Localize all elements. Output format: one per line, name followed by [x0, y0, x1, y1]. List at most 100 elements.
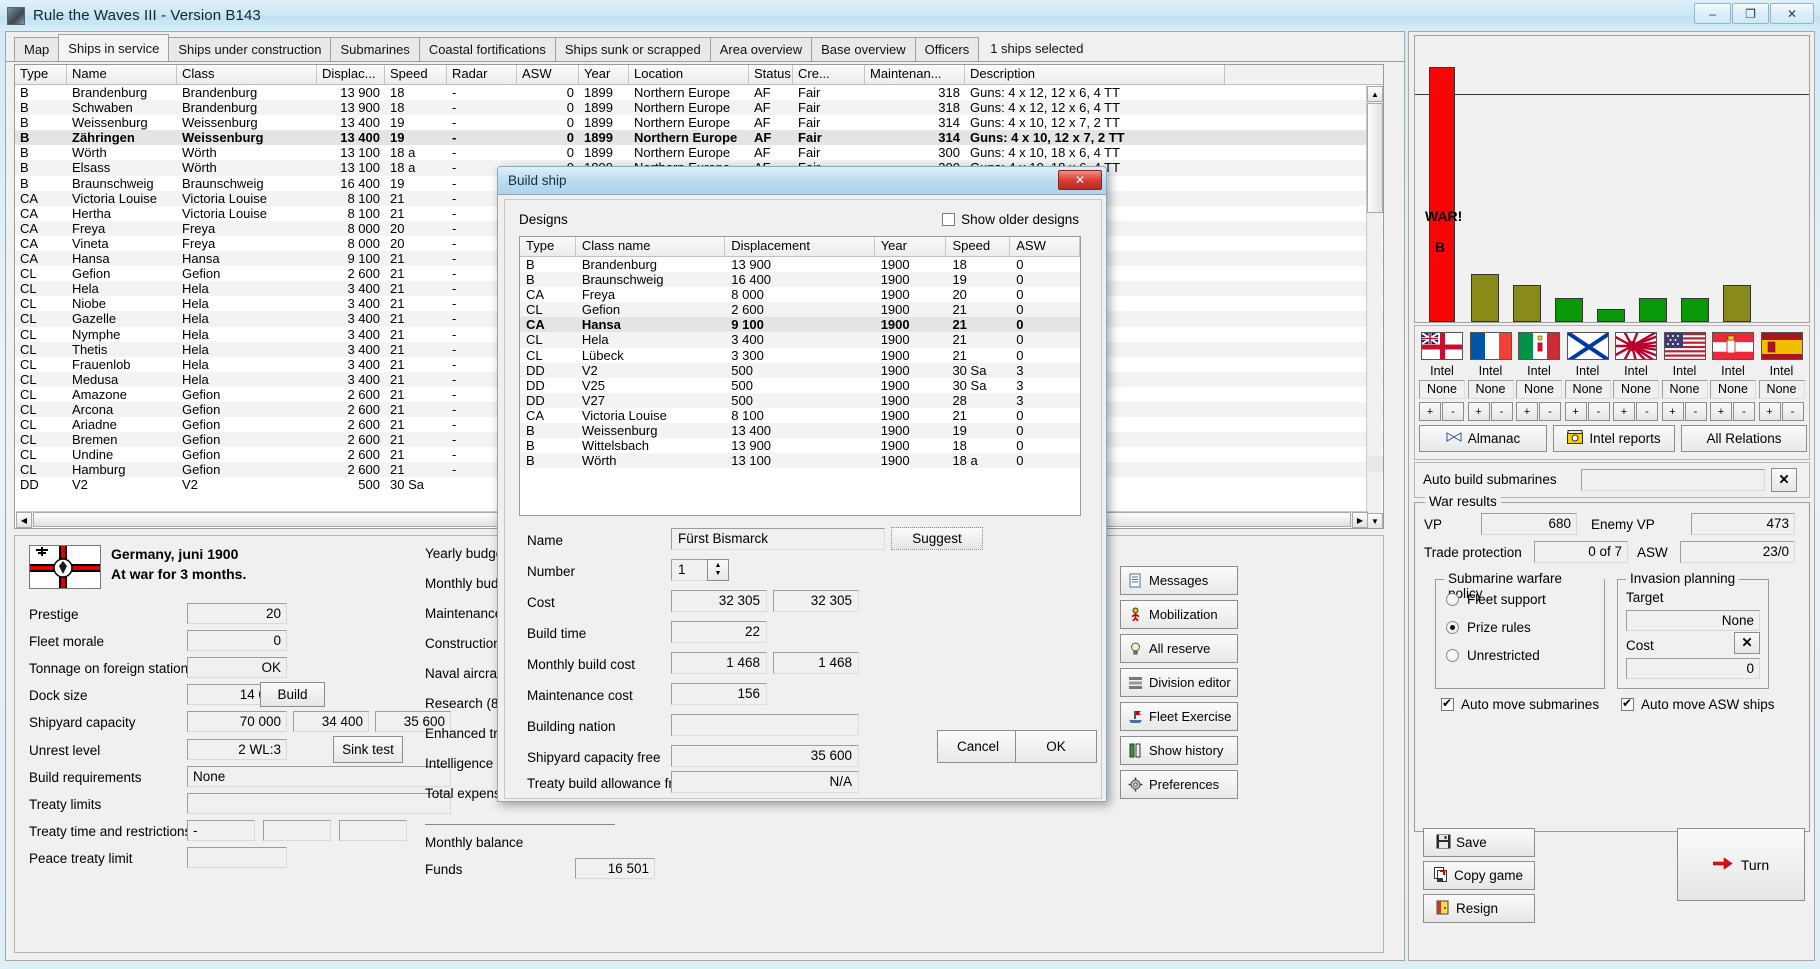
design-row[interactable]: BWörth13 100190018 a0: [520, 453, 1080, 468]
show-older-designs-checkbox[interactable]: Show older designs: [942, 212, 1079, 227]
design-row[interactable]: BWeissenburg13 4001900190: [520, 423, 1080, 438]
auto-build-subs-clear-button[interactable]: ✕: [1771, 468, 1797, 492]
show-older-designs-check-icon[interactable]: [942, 213, 955, 226]
ships-vertical-scrollbar[interactable]: ▲ ▼: [1366, 86, 1382, 529]
design-col-displacement[interactable]: Displacement: [725, 237, 874, 256]
intel-decrease-button-5[interactable]: -: [1685, 402, 1707, 421]
scroll-down-button[interactable]: ▼: [1367, 513, 1383, 529]
tab-ships-sunk-or-scrapped[interactable]: Ships sunk or scrapped: [555, 37, 711, 61]
scroll-right-button[interactable]: ▶: [1352, 512, 1368, 528]
united-kingdom-white-ensign[interactable]: [1421, 332, 1463, 360]
turn-button[interactable]: Turn: [1677, 828, 1805, 901]
intel-increase-button-0[interactable]: +: [1419, 402, 1441, 421]
design-row[interactable]: CLLübeck3 3001900210: [520, 348, 1080, 363]
intel-increase-button-3[interactable]: +: [1565, 402, 1587, 421]
design-col-class-name[interactable]: Class name: [576, 237, 725, 256]
russia-naval-ensign[interactable]: [1567, 332, 1609, 360]
cancel-button[interactable]: Cancel: [937, 730, 1019, 763]
almanac-button[interactable]: Almanac: [1419, 425, 1547, 452]
ship-col-description[interactable]: Description: [965, 65, 1225, 84]
design-row[interactable]: BBraunschweig16 4001900190: [520, 272, 1080, 287]
messages-button[interactable]: Messages: [1120, 566, 1238, 595]
intel-reports-button[interactable]: Intel reports: [1553, 425, 1675, 452]
dialog-close-button[interactable]: ✕: [1058, 170, 1102, 190]
auto-move-submarines-check-icon[interactable]: [1441, 698, 1454, 711]
close-button[interactable]: ✕: [1770, 3, 1814, 24]
ship-name-input[interactable]: Fürst Bismarck: [671, 528, 885, 550]
ok-button[interactable]: OK: [1015, 730, 1097, 763]
intel-decrease-button-4[interactable]: -: [1636, 402, 1658, 421]
table-row[interactable]: BWörthWörth13 10018 a-01899Northern Euro…: [15, 145, 1383, 160]
scroll-up-button[interactable]: ▲: [1367, 86, 1383, 102]
scroll-thumb[interactable]: [1367, 103, 1383, 213]
all-reserve-button[interactable]: All reserve: [1120, 634, 1238, 663]
table-row[interactable]: BZähringenWeissenburg13 40019-01899North…: [15, 130, 1383, 145]
intel-decrease-button-7[interactable]: -: [1782, 402, 1804, 421]
resign-button[interactable]: Resign: [1423, 894, 1535, 923]
sub-policy-option-fleet-support[interactable]: Fleet support: [1446, 592, 1546, 607]
auto-move-submarines-checkbox[interactable]: Auto move submarines: [1441, 697, 1599, 712]
tab-officers[interactable]: Officers: [915, 37, 980, 61]
build-dock-button[interactable]: Build: [260, 682, 325, 707]
radio-icon[interactable]: [1446, 593, 1459, 606]
save-button[interactable]: Save: [1423, 828, 1535, 857]
tab-ships-in-service[interactable]: Ships in service: [58, 34, 169, 61]
table-row[interactable]: BBrandenburgBrandenburg13 90018-01899Nor…: [15, 85, 1383, 100]
tab-coastal-fortifications[interactable]: Coastal fortifications: [419, 37, 556, 61]
ship-col-year[interactable]: Year: [579, 65, 629, 84]
intel-decrease-button-0[interactable]: -: [1442, 402, 1464, 421]
ship-col-location[interactable]: Location: [629, 65, 749, 84]
design-row[interactable]: CAVictoria Louise8 1001900210: [520, 408, 1080, 423]
design-row[interactable]: CAHansa9 1001900210: [520, 317, 1080, 332]
auto-move-asw-checkbox[interactable]: Auto move ASW ships: [1621, 697, 1775, 712]
radio-icon[interactable]: [1446, 621, 1459, 634]
design-row[interactable]: DDV275001900283: [520, 393, 1080, 408]
intel-decrease-button-6[interactable]: -: [1733, 402, 1755, 421]
design-col-year[interactable]: Year: [875, 237, 947, 256]
tab-base-overview[interactable]: Base overview: [811, 37, 916, 61]
fleet-exercise-button[interactable]: Fleet Exercise: [1120, 702, 1238, 731]
preferences-button[interactable]: Preferences: [1120, 770, 1238, 799]
design-row[interactable]: DDV25500190030 Sa3: [520, 378, 1080, 393]
division-editor-button[interactable]: Division editor: [1120, 668, 1238, 697]
design-col-asw[interactable]: ASW: [1010, 237, 1080, 256]
radio-icon[interactable]: [1446, 649, 1459, 662]
design-row[interactable]: CLGefion2 6001900210: [520, 302, 1080, 317]
table-row[interactable]: BWeissenburgWeissenburg13 40019-01899Nor…: [15, 115, 1383, 130]
design-row[interactable]: BBrandenburg13 9001900180: [520, 257, 1080, 272]
tab-map[interactable]: Map: [14, 37, 59, 61]
scroll-left-button[interactable]: ◀: [16, 512, 32, 528]
intel-increase-button-4[interactable]: +: [1613, 402, 1635, 421]
france-flag[interactable]: [1470, 332, 1512, 360]
minimize-button[interactable]: –: [1694, 3, 1731, 24]
copy-game-button[interactable]: Copy game: [1423, 861, 1535, 890]
italy-flag[interactable]: [1518, 332, 1560, 360]
show-history-button[interactable]: Show history: [1120, 736, 1238, 765]
design-row[interactable]: CLHela3 4001900210: [520, 332, 1080, 347]
suggest-name-button[interactable]: Suggest: [891, 527, 983, 550]
maximize-button[interactable]: ❐: [1732, 3, 1769, 24]
intel-decrease-button-2[interactable]: -: [1539, 402, 1561, 421]
austria-hungary-flag[interactable]: [1712, 332, 1754, 360]
united-states-flag[interactable]: [1664, 332, 1706, 360]
sink-test-button[interactable]: Sink test: [333, 736, 403, 763]
ship-col-cre-[interactable]: Cre...: [793, 65, 865, 84]
intel-increase-button-6[interactable]: +: [1710, 402, 1732, 421]
tab-ships-under-construction[interactable]: Ships under construction: [168, 37, 331, 61]
table-row[interactable]: BSchwabenBrandenburg13 90018-01899Northe…: [15, 100, 1383, 115]
tab-submarines[interactable]: Submarines: [330, 37, 419, 61]
ship-col-class[interactable]: Class: [177, 65, 317, 84]
intel-increase-button-1[interactable]: +: [1468, 402, 1490, 421]
ship-col-maintenan-[interactable]: Maintenan...: [865, 65, 965, 84]
tab-area-overview[interactable]: Area overview: [710, 37, 812, 61]
design-col-speed[interactable]: Speed: [946, 237, 1010, 256]
invasion-clear-button[interactable]: ✕: [1734, 632, 1760, 654]
ship-col-name[interactable]: Name: [67, 65, 177, 84]
intel-decrease-button-3[interactable]: -: [1588, 402, 1610, 421]
auto-move-asw-check-icon[interactable]: [1621, 698, 1634, 711]
number-spinner[interactable]: ▲ ▼: [707, 559, 729, 581]
design-row[interactable]: DDV2500190030 Sa3: [520, 363, 1080, 378]
intel-increase-button-2[interactable]: +: [1516, 402, 1538, 421]
japan-rising-sun-flag[interactable]: [1615, 332, 1657, 360]
mobilization-button[interactable]: Mobilization: [1120, 600, 1238, 629]
